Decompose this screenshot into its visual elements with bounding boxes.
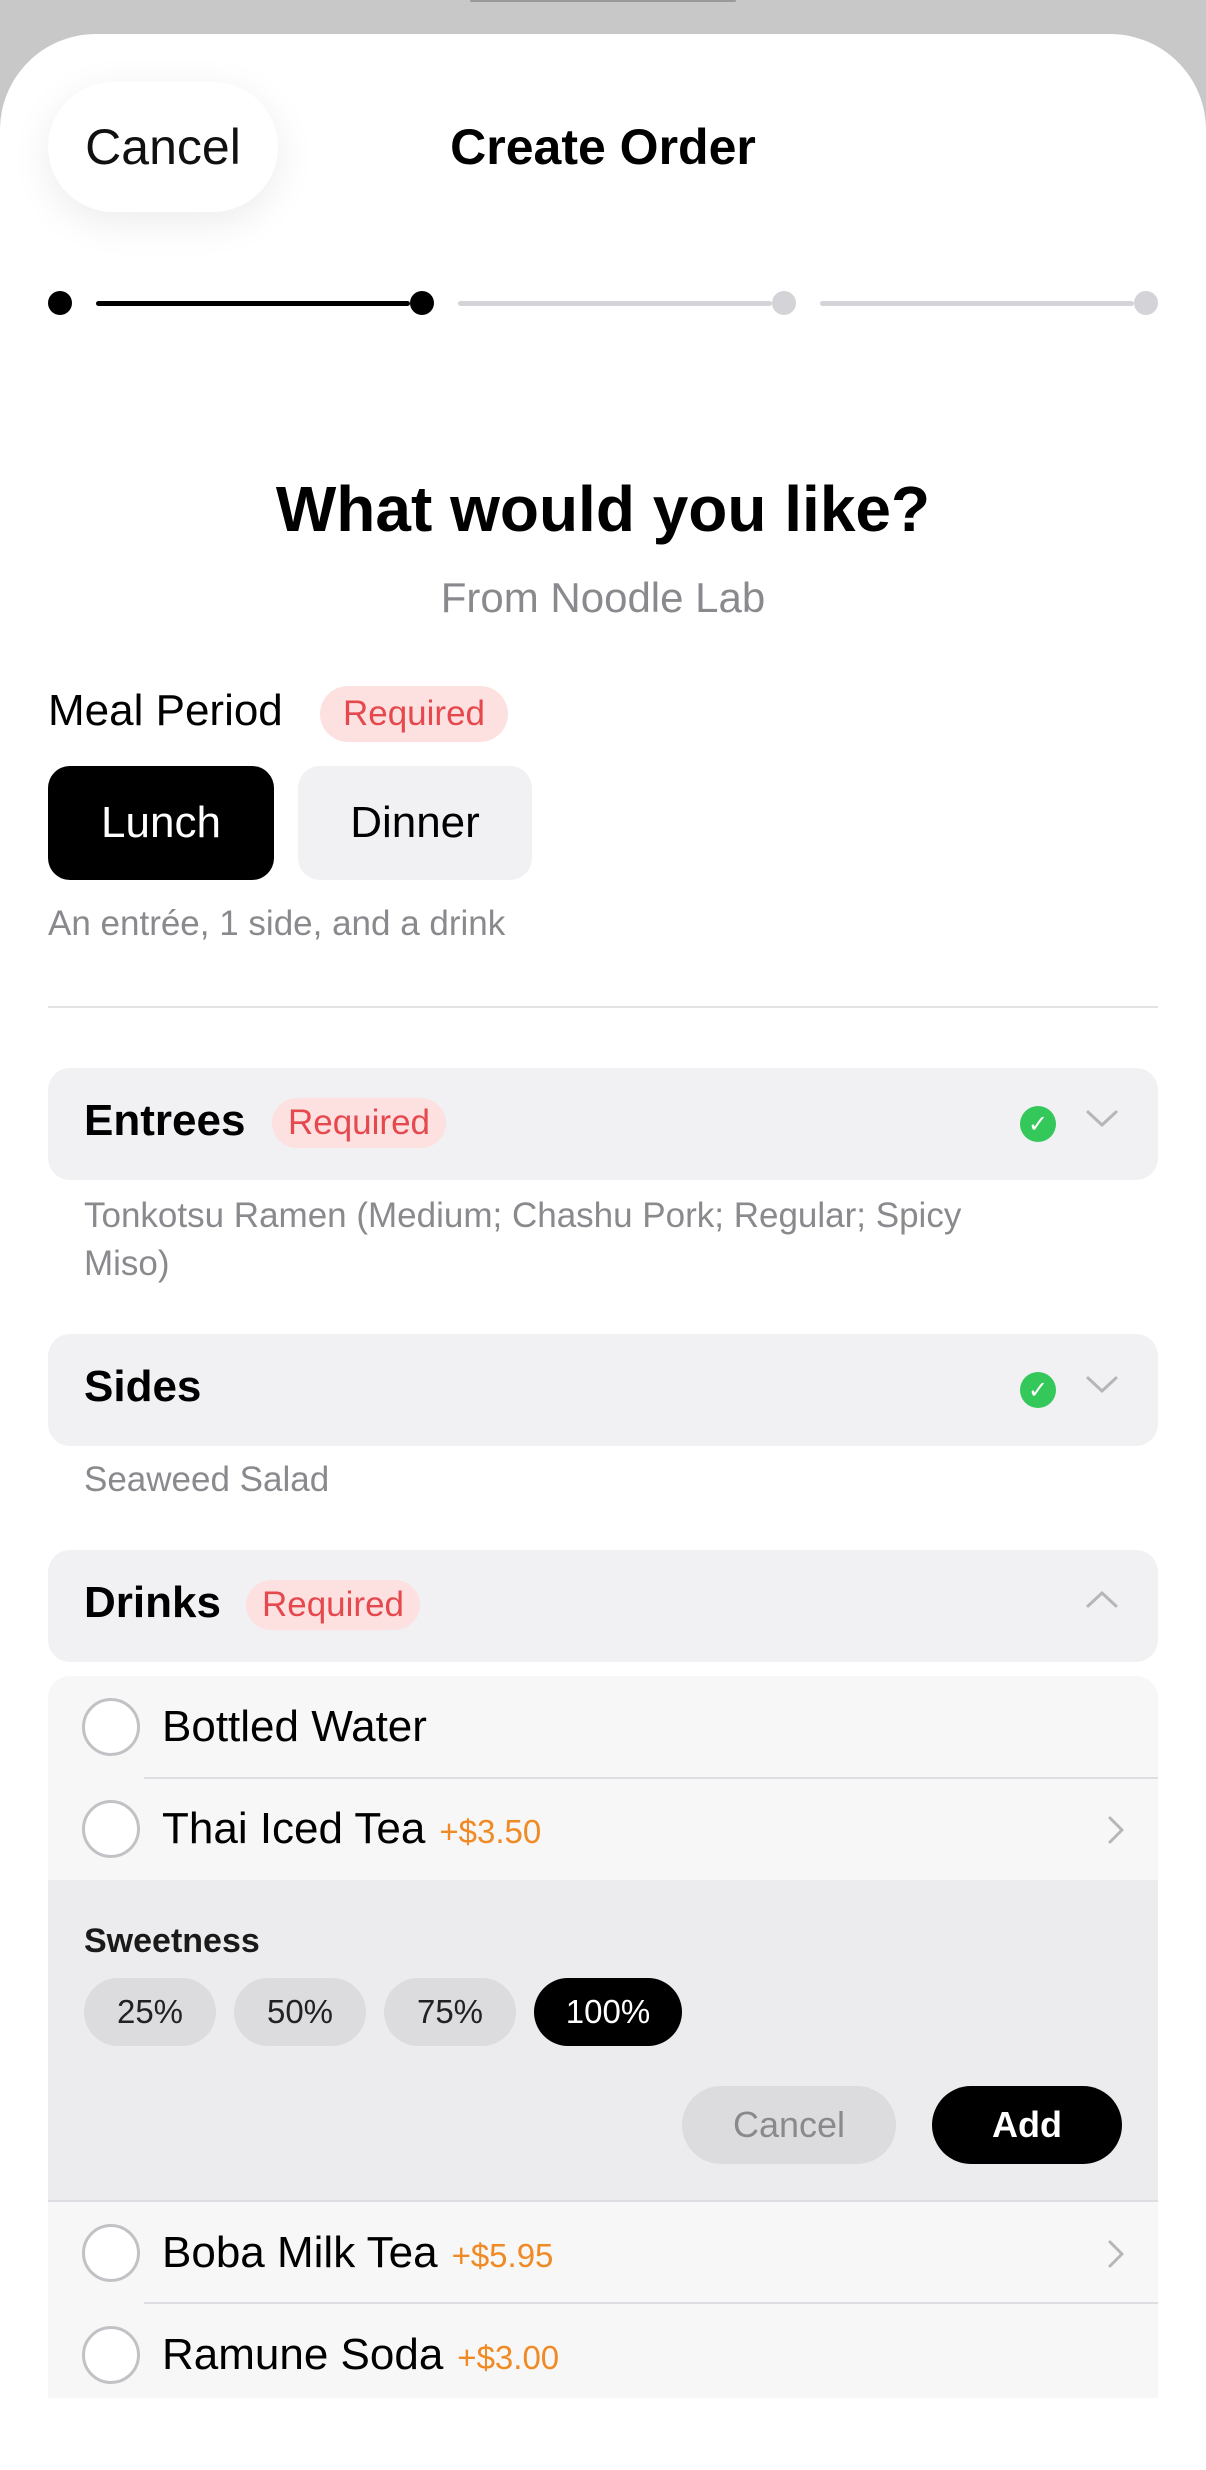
page-title: Create Order: [450, 119, 756, 175]
section-divider: [48, 1006, 1158, 1008]
intro-subheading: From Noodle Lab: [440, 574, 766, 621]
list-item-label: Boba Milk Tea +$5.95: [162, 2228, 553, 2278]
step-2-line: [458, 301, 772, 306]
meal-period-label: Meal Period: [48, 686, 283, 735]
chevron-right-icon: [1108, 2240, 1124, 2268]
radio-button[interactable]: [82, 2224, 140, 2282]
entrees-accordion-header[interactable]: Entrees Required ✓: [48, 1068, 1158, 1180]
options-add-button[interactable]: Add: [932, 2086, 1122, 2164]
sweetness-label: Sweetness: [84, 1922, 260, 1960]
entrees-required-badge: Required: [272, 1098, 446, 1148]
item-price: +$3.50: [439, 1813, 542, 1850]
list-item[interactable]: Bottled Water: [48, 1676, 1158, 1778]
meal-period-caption: An entrée, 1 side, and a drink: [48, 904, 506, 943]
sweetness-chip-25[interactable]: 25%: [84, 1978, 216, 2046]
meal-period-dinner[interactable]: Dinner: [298, 766, 532, 880]
intro-heading: What would you like?: [275, 473, 931, 545]
item-price: +$5.95: [451, 2237, 554, 2274]
sweetness-chip-75[interactable]: 75%: [384, 1978, 516, 2046]
list-item[interactable]: Thai Iced Tea +$3.50: [48, 1778, 1158, 1880]
list-item-label: Ramune Soda +$3.00: [162, 2330, 559, 2380]
checkmark-circle-icon: ✓: [1020, 1372, 1056, 1408]
sides-summary: Seaweed Salad: [84, 1460, 330, 1499]
step-1-dot: [48, 291, 72, 315]
item-price: +$3.00: [457, 2339, 560, 2376]
list-item-label: Thai Iced Tea +$3.50: [162, 1804, 541, 1854]
chevron-down-icon: [1086, 1376, 1118, 1393]
sides-title: Sides: [84, 1362, 202, 1411]
entrees-summary: Tonkotsu Ramen (Medium; Chashu Pork; Reg…: [84, 1196, 962, 1283]
sides-accordion-header[interactable]: Sides ✓: [48, 1334, 1158, 1446]
step-3-dot: [772, 291, 796, 315]
meal-period-required-badge: Required: [320, 686, 508, 742]
checkmark-circle-icon: ✓: [1020, 1106, 1056, 1142]
chevron-down-icon: [1086, 1110, 1118, 1127]
chevron-up-icon: [1086, 1591, 1118, 1608]
chevron-right-icon: [1108, 1816, 1124, 1844]
create-order-sheet: Cancel Create Order What would you like?…: [0, 34, 1206, 2470]
item-name: Thai Iced Tea: [162, 1804, 426, 1853]
step-1-line: [96, 301, 410, 306]
item-name: Bottled Water: [162, 1702, 427, 1751]
radio-button[interactable]: [82, 2326, 140, 2384]
entrees-title: Entrees: [84, 1096, 246, 1145]
list-item-label: Bottled Water: [162, 1702, 427, 1752]
drinks-title: Drinks: [84, 1578, 221, 1627]
step-2-dot: [410, 291, 434, 315]
item-name: Boba Milk Tea: [162, 2228, 438, 2277]
drinks-accordion-header[interactable]: Drinks Required: [48, 1550, 1158, 1662]
step-4-dot: [1134, 291, 1158, 315]
drinks-list: Bottled Water Thai Iced Tea +$3.50 Sweet…: [48, 1676, 1158, 2398]
sheet-grabber[interactable]: [470, 0, 736, 2]
sweetness-chip-50[interactable]: 50%: [234, 1978, 366, 2046]
list-item[interactable]: Boba Milk Tea +$5.95: [48, 2202, 1158, 2304]
meal-period-lunch[interactable]: Lunch: [48, 766, 274, 880]
options-cancel-button[interactable]: Cancel: [682, 2086, 896, 2164]
sweetness-options-pane: Sweetness 25% 50% 75% 100% Cancel Add: [48, 1880, 1158, 2200]
item-name: Ramune Soda: [162, 2330, 444, 2379]
drinks-required-badge: Required: [246, 1580, 420, 1630]
radio-button[interactable]: [82, 1800, 140, 1858]
list-item[interactable]: Ramune Soda +$3.00: [48, 2304, 1158, 2398]
sweetness-chip-100[interactable]: 100%: [534, 1978, 682, 2046]
radio-button[interactable]: [82, 1698, 140, 1756]
step-3-line: [820, 301, 1134, 306]
